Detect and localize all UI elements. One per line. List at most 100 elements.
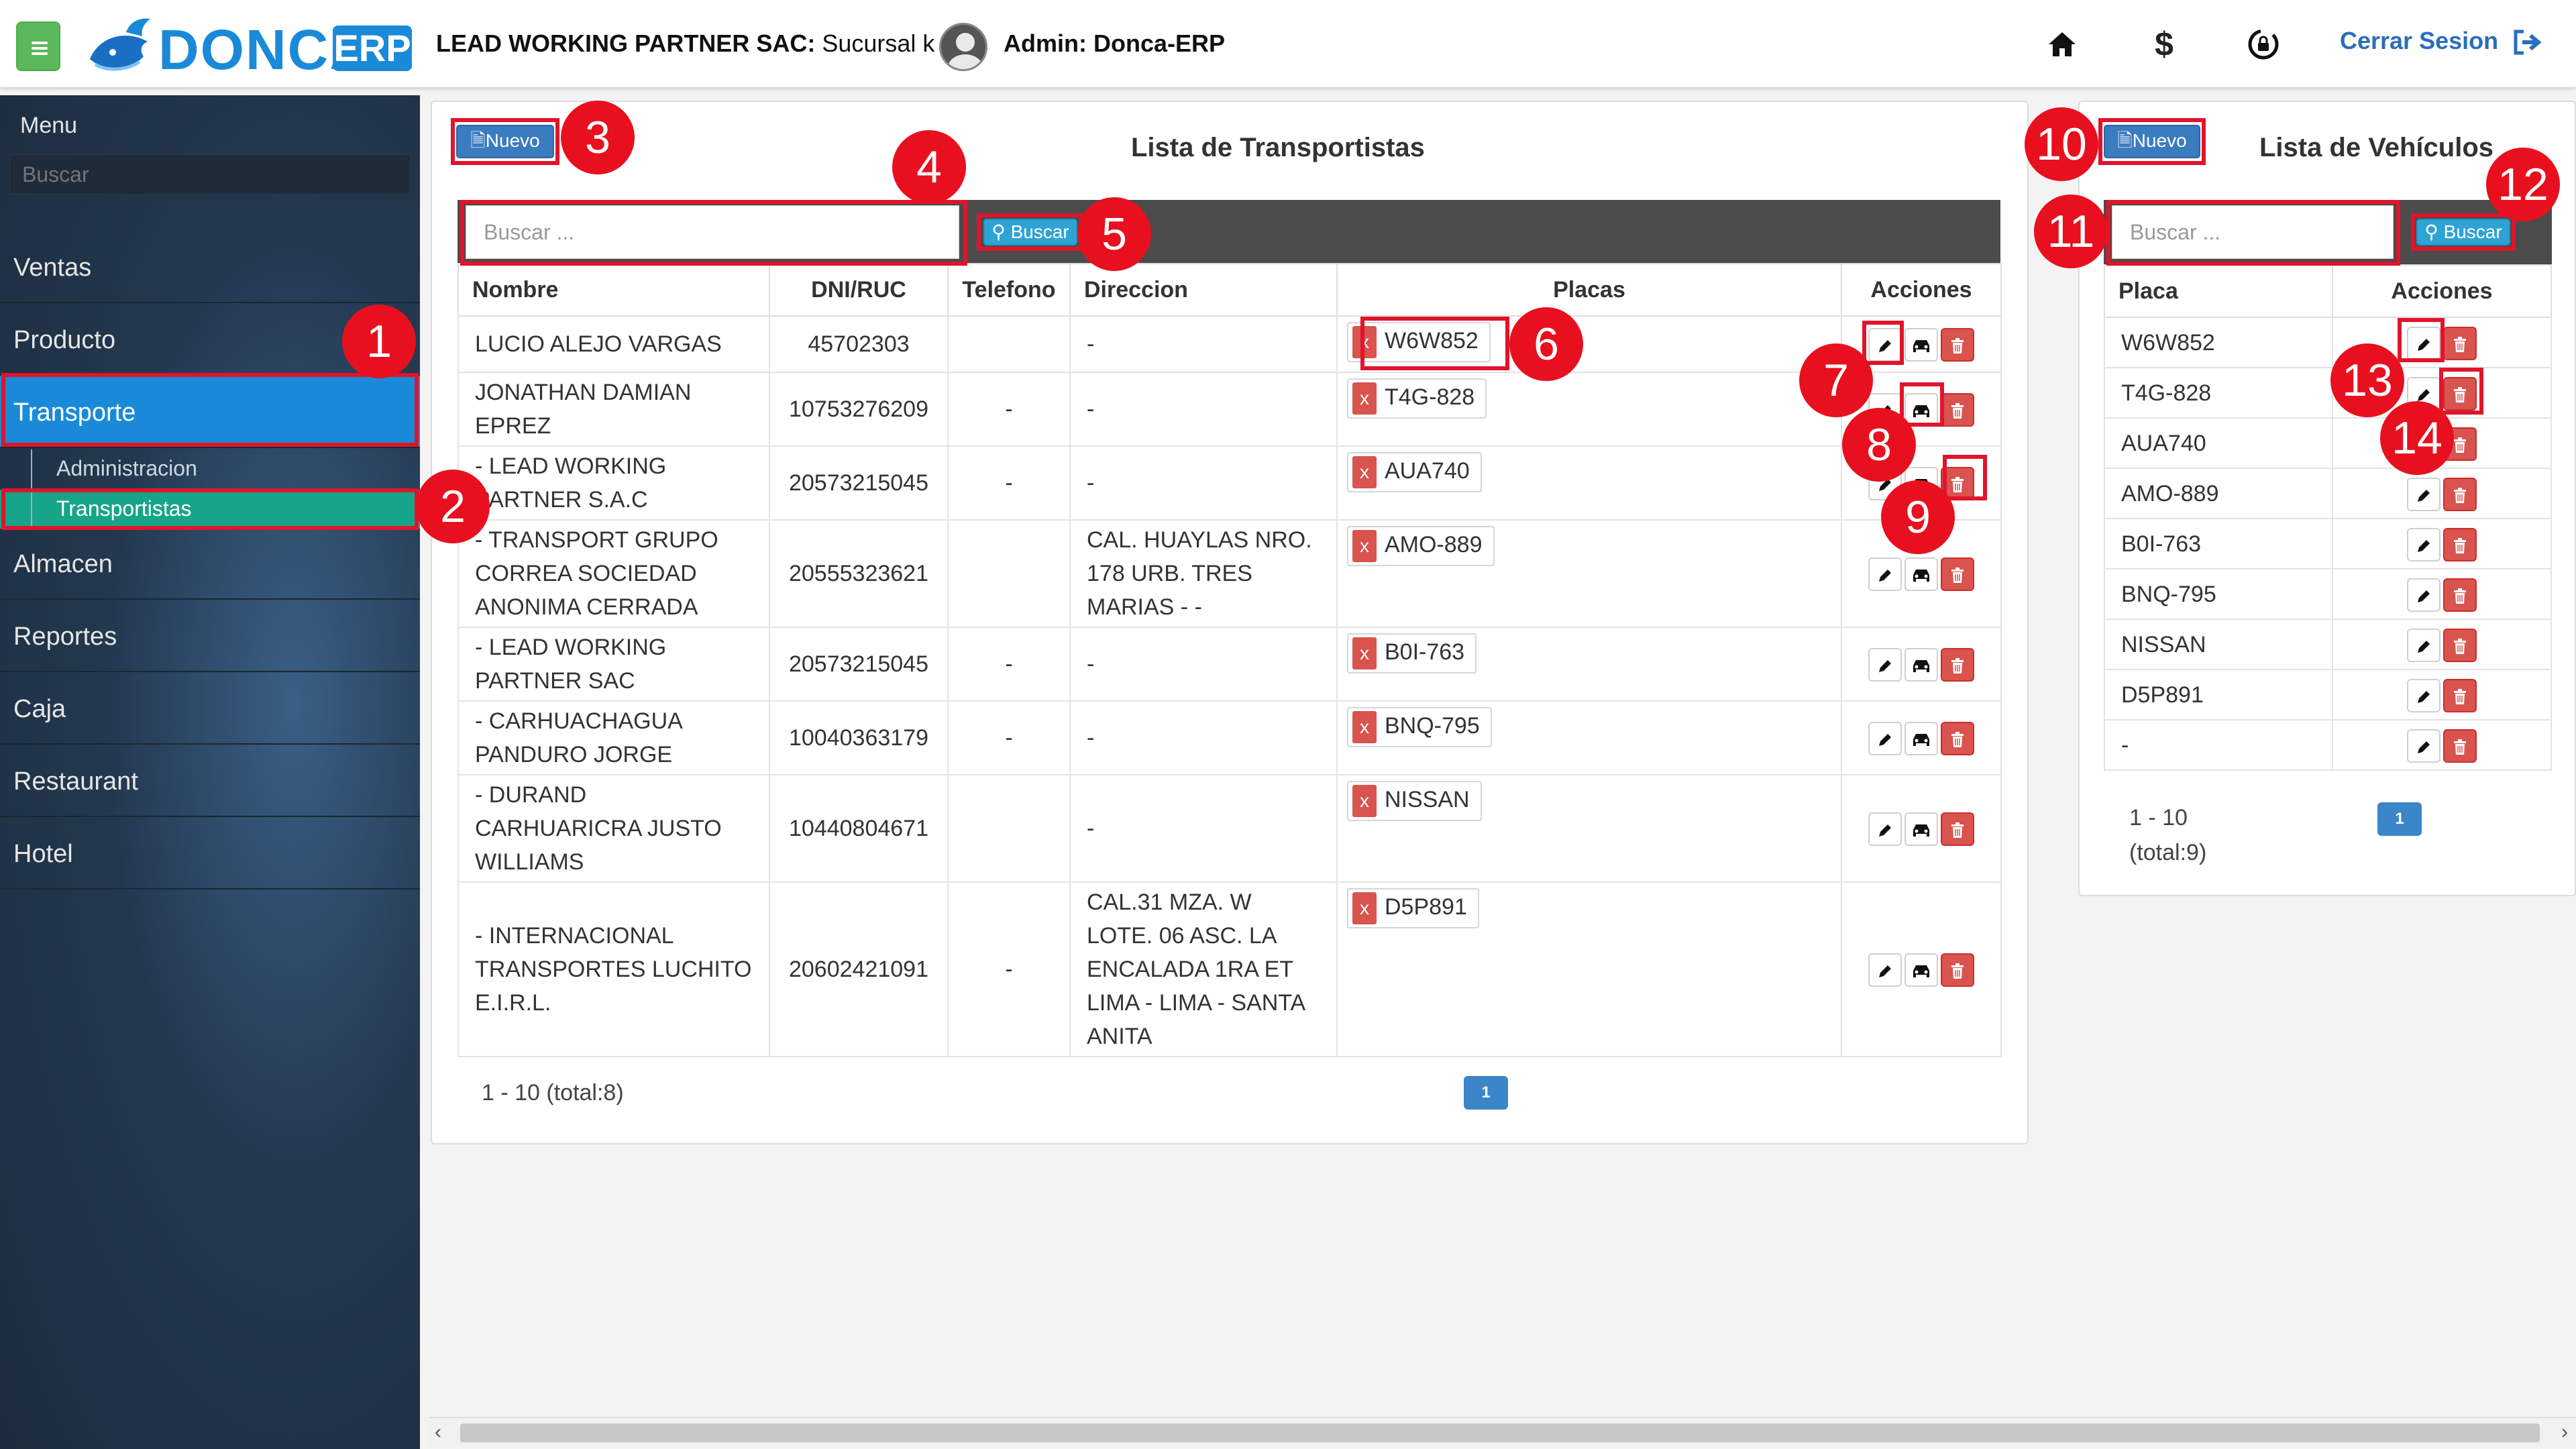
sidebar-item-restaurant[interactable]: Restaurant — [0, 745, 420, 817]
transportista-vehicle-button[interactable] — [1904, 393, 1938, 427]
search-label: Buscar — [2443, 221, 2502, 242]
remove-placa-button[interactable]: x — [1352, 326, 1377, 359]
column-header-placas[interactable]: Placas — [1336, 263, 1842, 317]
transportista-edit-button[interactable] — [1868, 953, 1902, 987]
scroll-left-icon[interactable]: ‹ — [435, 1421, 441, 1444]
transportistas-search-button[interactable]: ⚲ Buscar — [983, 219, 1077, 246]
cell-dni: 20602421091 — [769, 881, 949, 1057]
sidebar-item-caja[interactable]: Caja — [0, 672, 420, 745]
table-row: B0I-763 — [2104, 518, 2552, 570]
column-header-dni[interactable]: DNI/RUC — [769, 263, 949, 317]
transportista-delete-button[interactable] — [1941, 953, 1974, 987]
cell-nombre: - INTERNACIONAL TRANSPORTES LUCHITO E.I.… — [458, 881, 770, 1057]
vehiculo-delete-button[interactable] — [2443, 729, 2477, 763]
transportista-delete-button[interactable] — [1941, 393, 1974, 427]
sidebar-item-ventas[interactable]: Ventas — [0, 231, 420, 303]
vehiculo-edit-button[interactable] — [2407, 578, 2440, 612]
placa-tag: x NISSAN — [1347, 781, 1482, 822]
pencil-icon — [1879, 824, 1891, 837]
transportista-vehicle-button[interactable] — [1904, 812, 1938, 846]
transportistas-page-button[interactable]: 1 — [1464, 1076, 1508, 1110]
vehiculo-edit-button[interactable] — [2407, 729, 2440, 763]
cell-acciones — [2332, 719, 2552, 771]
vehiculo-delete-button[interactable] — [2443, 527, 2477, 561]
annotation-badge-6: 6 — [1509, 307, 1583, 381]
transportista-edit-button[interactable] — [1868, 722, 1902, 755]
vehiculo-delete-button[interactable] — [2443, 678, 2477, 712]
vehiculos-search-button[interactable]: ⚲ Buscar — [2416, 219, 2510, 246]
vehiculo-edit-button[interactable] — [2407, 326, 2440, 360]
transportista-delete-button[interactable] — [1941, 722, 1974, 755]
cell-placa: W6W852 — [2104, 317, 2333, 368]
new-vehiculo-button[interactable]: 🗎Nuevo — [2104, 125, 2200, 158]
vehiculos-pager-total: (total:9) — [2129, 840, 2207, 865]
annotation-badge-5: 5 — [1077, 197, 1151, 271]
sidebar-item-hotel[interactable]: Hotel — [0, 817, 420, 890]
annotation-badge-12: 12 — [2486, 148, 2560, 221]
cell-acciones — [2332, 619, 2552, 670]
sidebar-item-reportes[interactable]: Reportes — [0, 600, 420, 672]
cell-placa: D5P891 — [2104, 669, 2333, 720]
top-bar: DONCA ERP LEAD WORKING PARTNER SAC: Sucu… — [0, 0, 2576, 87]
vehiculo-edit-button[interactable] — [2407, 628, 2440, 662]
avatar[interactable] — [939, 23, 987, 71]
remove-placa-button[interactable]: x — [1352, 892, 1377, 925]
transportista-delete-button[interactable] — [1941, 812, 1974, 846]
vehiculo-delete-button[interactable] — [2443, 628, 2477, 662]
remove-placa-button[interactable]: x — [1352, 637, 1377, 670]
vehiculo-delete-button[interactable] — [2443, 578, 2477, 612]
remove-placa-button[interactable]: x — [1352, 711, 1377, 744]
transportista-delete-button[interactable] — [1941, 648, 1974, 682]
vehiculo-delete-button[interactable] — [2443, 477, 2477, 511]
remove-placa-button[interactable]: x — [1352, 456, 1377, 489]
transportista-edit-button[interactable] — [1868, 557, 1902, 591]
dollar-icon[interactable]: $ — [2144, 24, 2184, 64]
sidebar-item-almacen[interactable]: Almacen — [0, 527, 420, 600]
scroll-right-icon[interactable]: › — [2561, 1421, 2568, 1444]
transportista-vehicle-button[interactable] — [1904, 557, 1938, 591]
cell-placa: AUA740 — [2104, 417, 2333, 469]
vehiculos-search-input[interactable] — [2112, 205, 2394, 259]
logout-button[interactable]: Cerrar Sesion — [2340, 27, 2544, 56]
home-icon[interactable] — [2042, 24, 2082, 64]
transportista-edit-button[interactable] — [1868, 648, 1902, 682]
trash-icon — [2454, 386, 2466, 402]
horizontal-scrollbar[interactable]: ‹ › — [429, 1417, 2576, 1446]
sidebar-subitem-transportistas[interactable]: Transportistas — [0, 490, 420, 529]
column-header-acciones: Acciones — [1841, 263, 2002, 317]
lock-refresh-icon[interactable] — [2243, 24, 2284, 64]
transportista-vehicle-button[interactable] — [1904, 953, 1938, 987]
transportista-delete-button[interactable] — [1941, 328, 1974, 362]
vehiculo-delete-button[interactable] — [2443, 326, 2477, 360]
column-header-nombre[interactable]: Nombre — [458, 263, 770, 317]
column-header-telefono[interactable]: Telefono — [947, 263, 1071, 317]
cell-telefono: - — [947, 700, 1071, 775]
vehiculos-page-button[interactable]: 1 — [2377, 802, 2422, 836]
vehiculo-edit-button[interactable] — [2407, 678, 2440, 712]
vehiculo-delete-button[interactable] — [2443, 376, 2477, 411]
transportista-vehicle-button[interactable] — [1904, 328, 1938, 362]
remove-placa-button[interactable]: x — [1352, 530, 1377, 563]
sidebar-item-transporte[interactable]: Transporte — [0, 376, 420, 448]
table-row: W6W852 — [2104, 317, 2552, 368]
sidebar-subitem-administracion[interactable]: Administracion — [0, 449, 420, 488]
table-row: NISSAN — [2104, 619, 2552, 670]
column-header-direccion[interactable]: Direccion — [1069, 263, 1338, 317]
transportista-delete-button[interactable] — [1941, 557, 1974, 591]
remove-placa-button[interactable]: x — [1352, 785, 1377, 818]
menu-toggle-button[interactable] — [16, 21, 60, 71]
transportista-edit-button[interactable] — [1868, 328, 1902, 362]
sidebar-search-input[interactable] — [9, 154, 411, 195]
new-transportista-button[interactable]: 🗎Nuevo — [456, 125, 554, 158]
remove-placa-button[interactable]: x — [1352, 382, 1377, 415]
scrollbar-thumb[interactable] — [460, 1424, 2540, 1442]
column-header-placa[interactable]: Placa — [2104, 264, 2333, 318]
transportista-vehicle-button[interactable] — [1904, 648, 1938, 682]
vehiculo-edit-button[interactable] — [2407, 527, 2440, 561]
vehiculo-edit-button[interactable] — [2407, 477, 2440, 511]
transportista-edit-button[interactable] — [1868, 812, 1902, 846]
transportistas-search-input[interactable] — [466, 205, 959, 259]
placa-tag: x AUA740 — [1347, 452, 1482, 493]
transportista-vehicle-button[interactable] — [1904, 722, 1938, 755]
car-icon — [1913, 340, 1929, 352]
